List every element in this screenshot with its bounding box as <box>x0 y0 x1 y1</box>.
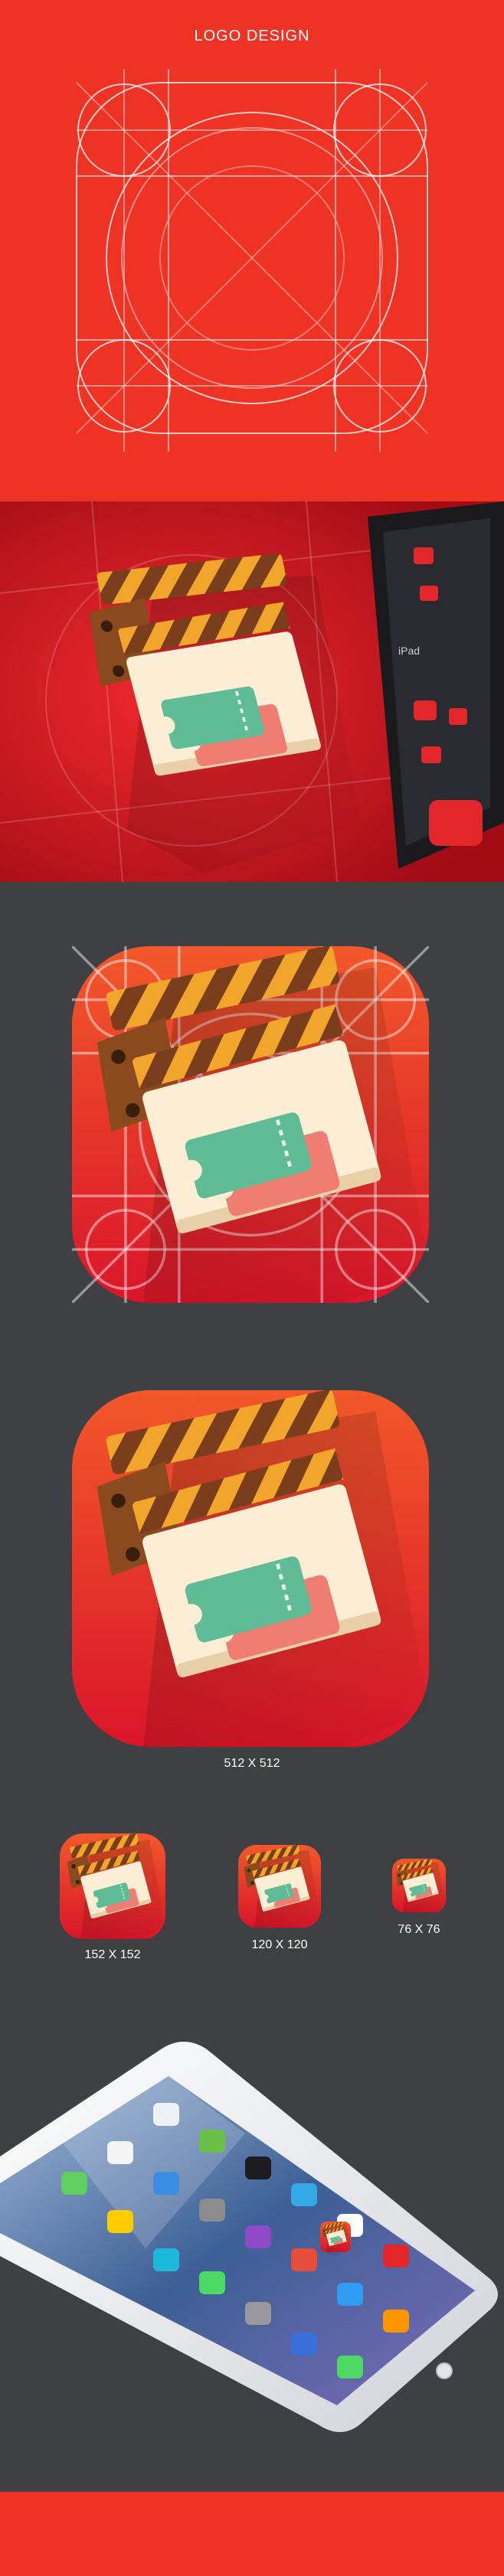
phone-mockup <box>0 2042 498 2432</box>
app-icon-grid-preview <box>72 946 429 1303</box>
showcase-section: iPad <box>0 501 504 882</box>
app-icon-152 <box>60 1833 165 1939</box>
showcase-illustration: iPad <box>0 501 504 882</box>
size-label-152: 152 X 152 <box>84 1948 141 1961</box>
footer-band <box>0 2492 504 2576</box>
icon-sizes-section: 512 X 512 152 X 152 120 X 120 76 X 76 <box>0 882 504 2026</box>
phone-mockup-section <box>0 2026 504 2492</box>
logo-construction-grid <box>76 69 428 452</box>
tablet-label: iPad <box>398 645 420 657</box>
size-label-76: 76 X 76 <box>398 1923 440 1936</box>
app-icon-512 <box>72 1390 429 1747</box>
logo-design-section: LOGO DESIGN <box>0 0 504 501</box>
app-icon-120 <box>238 1845 321 1928</box>
size-label-120: 120 X 120 <box>251 1938 308 1951</box>
section-title: LOGO DESIGN <box>194 28 310 44</box>
size-label-512: 512 X 512 <box>224 1757 280 1770</box>
app-icon-76 <box>392 1859 446 1912</box>
